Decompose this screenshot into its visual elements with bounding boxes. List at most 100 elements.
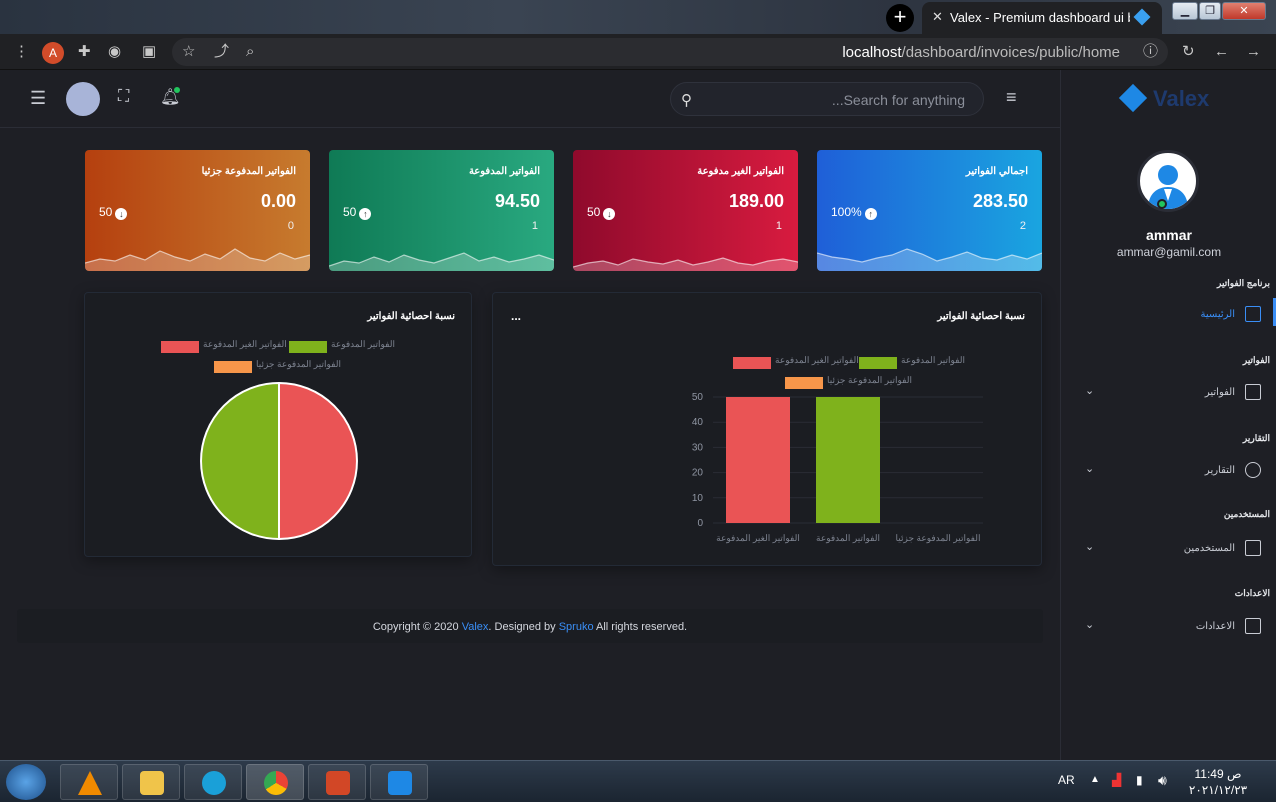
section-settings: الاعدادات [1234,588,1270,598]
sidebar-item-settings[interactable]: ⌄ الاعدادات [1077,618,1267,638]
new-tab-button[interactable]: + [886,4,914,32]
app-header: ☰ ⛶ 🔔︎ ⚲ ≡ [0,70,1060,128]
y-tick-label: 10 [692,493,704,504]
card-amount: 0.00 [260,191,296,211]
profile-picture [1137,150,1199,212]
legend-swatch-paid[interactable] [289,341,327,353]
sidebar-item-home[interactable]: الرئيسية [1077,306,1267,326]
zoom-icon[interactable]: ⌕ [246,43,254,61]
vlc-taskbar-icon[interactable] [60,764,118,800]
share-icon[interactable]: ⤴ [214,43,229,61]
sidebar-item-label: التقارير [1204,465,1235,476]
legend-label-unpaid: الفواتير الغير المدفوعة [203,339,287,349]
search-icon[interactable]: ⚲ [681,91,692,109]
reload-icon[interactable]: ↻ [1182,43,1195,61]
grid-icon [1245,306,1261,322]
site-info-icon[interactable]: ⓘ [1143,43,1158,61]
close-window-button[interactable]: ✕ [1222,2,1266,20]
valex-favicon-icon [1133,8,1151,26]
book-icon [1245,618,1261,634]
explorer-taskbar-icon[interactable] [122,764,180,800]
omnibox[interactable]: ☆ ⤴ ⌕ localhost/dashboard/invoices/publi… [172,38,1168,66]
bar-chart-icon [1245,384,1261,400]
valex-link[interactable]: Valex [462,621,489,633]
arrow-up-icon: ↑ [359,208,372,220]
legend-swatch-paid[interactable] [859,357,897,369]
search-input[interactable] [705,83,965,117]
arrow-down-icon: ↓ [603,208,616,220]
chrome-taskbar-icon[interactable] [246,764,304,800]
card-count: 2 [1019,220,1026,232]
battery-icon[interactable]: ▮ [1136,773,1143,787]
start-button[interactable] [6,764,46,800]
clock-time[interactable]: ص 11:49 [1190,767,1246,781]
card-title: الفواتير الغير مدفوعة [697,166,784,177]
extension-owl-icon[interactable]: ◉ [108,43,121,61]
y-tick-label: 40 [692,417,704,428]
sidebar-item-users[interactable]: ⌄ المستخدمين [1077,540,1267,560]
pie-chart-icon [1245,462,1261,478]
address-bar: ⋮ A ✚ ◉ ▣ ☆ ⤴ ⌕ localhost/dashboard/invo… [0,34,1276,70]
menu-toggle-icon[interactable]: ☰ [30,88,46,109]
card-paid-invoices[interactable]: الفواتير المدفوعة 94.50 1 50 ↑ [329,150,554,271]
section-invoice-program: برنامج الفواتير [1217,278,1270,288]
edge-taskbar-icon[interactable] [184,764,242,800]
panel-menu-icon[interactable]: ... [511,309,521,323]
card-amount: 189.00 [728,191,784,211]
language-indicator[interactable]: AR [1058,773,1075,787]
chat-icon [1245,540,1261,556]
card-unpaid-invoices[interactable]: الفواتير الغير مدفوعة 189.00 1 50 ↓ [573,150,798,271]
card-count: 1 [775,220,782,232]
tab-close-icon[interactable]: ✕ [932,9,943,25]
minimize-button[interactable]: ▁ [1172,2,1198,20]
pie-slice[interactable] [200,381,280,541]
extension-square-icon[interactable]: ▣ [142,43,156,61]
bookmark-star-icon[interactable]: ☆ [182,43,195,61]
card-percent: 50 ↑ [343,205,372,220]
forward-icon[interactable]: → [1246,43,1261,61]
x-tick-label: الفواتير المدفوعة جزئيا [896,533,981,544]
kebab-menu-icon[interactable]: ⋮ [14,43,29,61]
legend-swatch-partial[interactable] [214,361,252,373]
bar[interactable] [816,397,880,523]
profile-avatar[interactable]: A [42,42,64,64]
clock-date[interactable]: ٢٠٢١/١٢/٢٣ [1186,783,1250,797]
pie-chart-panel: نسبة احصائية الفواتير الفواتير الغير الم… [84,292,472,557]
sparkline [85,248,310,271]
extensions-icon[interactable]: ✚ [78,43,91,61]
sparkline [573,257,798,271]
user-avatar[interactable] [66,82,100,116]
maximize-button[interactable]: ❐ [1199,2,1221,20]
section-users: المستخدمين [1223,509,1270,519]
sidebar-item-reports[interactable]: ⌄ التقارير [1077,462,1267,482]
powerpoint-taskbar-icon[interactable] [308,764,366,800]
browser-tab[interactable]: ✕ Valex - Premium dashboard ui bo [922,2,1162,34]
sidebar-item-label: الرئيسية [1200,309,1235,320]
card-partially-paid-invoices[interactable]: الفواتير المدفوعة جزئيا 0.00 0 50 ↓ [85,150,310,271]
footer: Copyright © 2020 Valex. Designed by Spru… [17,609,1043,643]
chevron-down-icon: ⌄ [1085,463,1095,475]
card-total-invoices[interactable]: اجمالي الفواتير 283.50 2 100% ↑ [817,150,1042,271]
bar[interactable] [726,397,790,523]
legend-swatch-unpaid[interactable] [161,341,199,353]
tray-expand-icon[interactable]: ▲ [1090,774,1100,785]
card-percent: 100% ↑ [831,205,877,220]
pie-slice[interactable] [278,381,358,541]
sidebar-item-invoices[interactable]: ⌄ الفواتير [1077,384,1267,404]
back-icon[interactable]: ← [1214,43,1229,61]
volume-icon[interactable]: 🔊︎ [1158,772,1167,789]
notification-dot [174,87,180,93]
vscode-taskbar-icon[interactable] [370,764,428,800]
legend-swatch-partial[interactable] [785,377,823,389]
legend-swatch-unpaid[interactable] [733,357,771,369]
network-icon[interactable]: ▟ [1112,773,1121,787]
x-tick-label: الفواتير المدفوعة [816,533,880,544]
right-menu-icon[interactable]: ≡ [1006,87,1017,108]
logo[interactable]: Valex [1118,83,1219,114]
fullscreen-icon[interactable]: ⛶ [118,88,129,106]
y-tick-label: 50 [692,392,704,403]
card-title: اجمالي الفواتير [965,166,1028,177]
url-text[interactable]: localhost/dashboard/invoices/public/home [842,44,1120,61]
sidebar: Valex ammar ammar@gamil.com برنامج الفوا… [1060,70,1276,760]
spruko-link[interactable]: Spruko [559,621,594,633]
